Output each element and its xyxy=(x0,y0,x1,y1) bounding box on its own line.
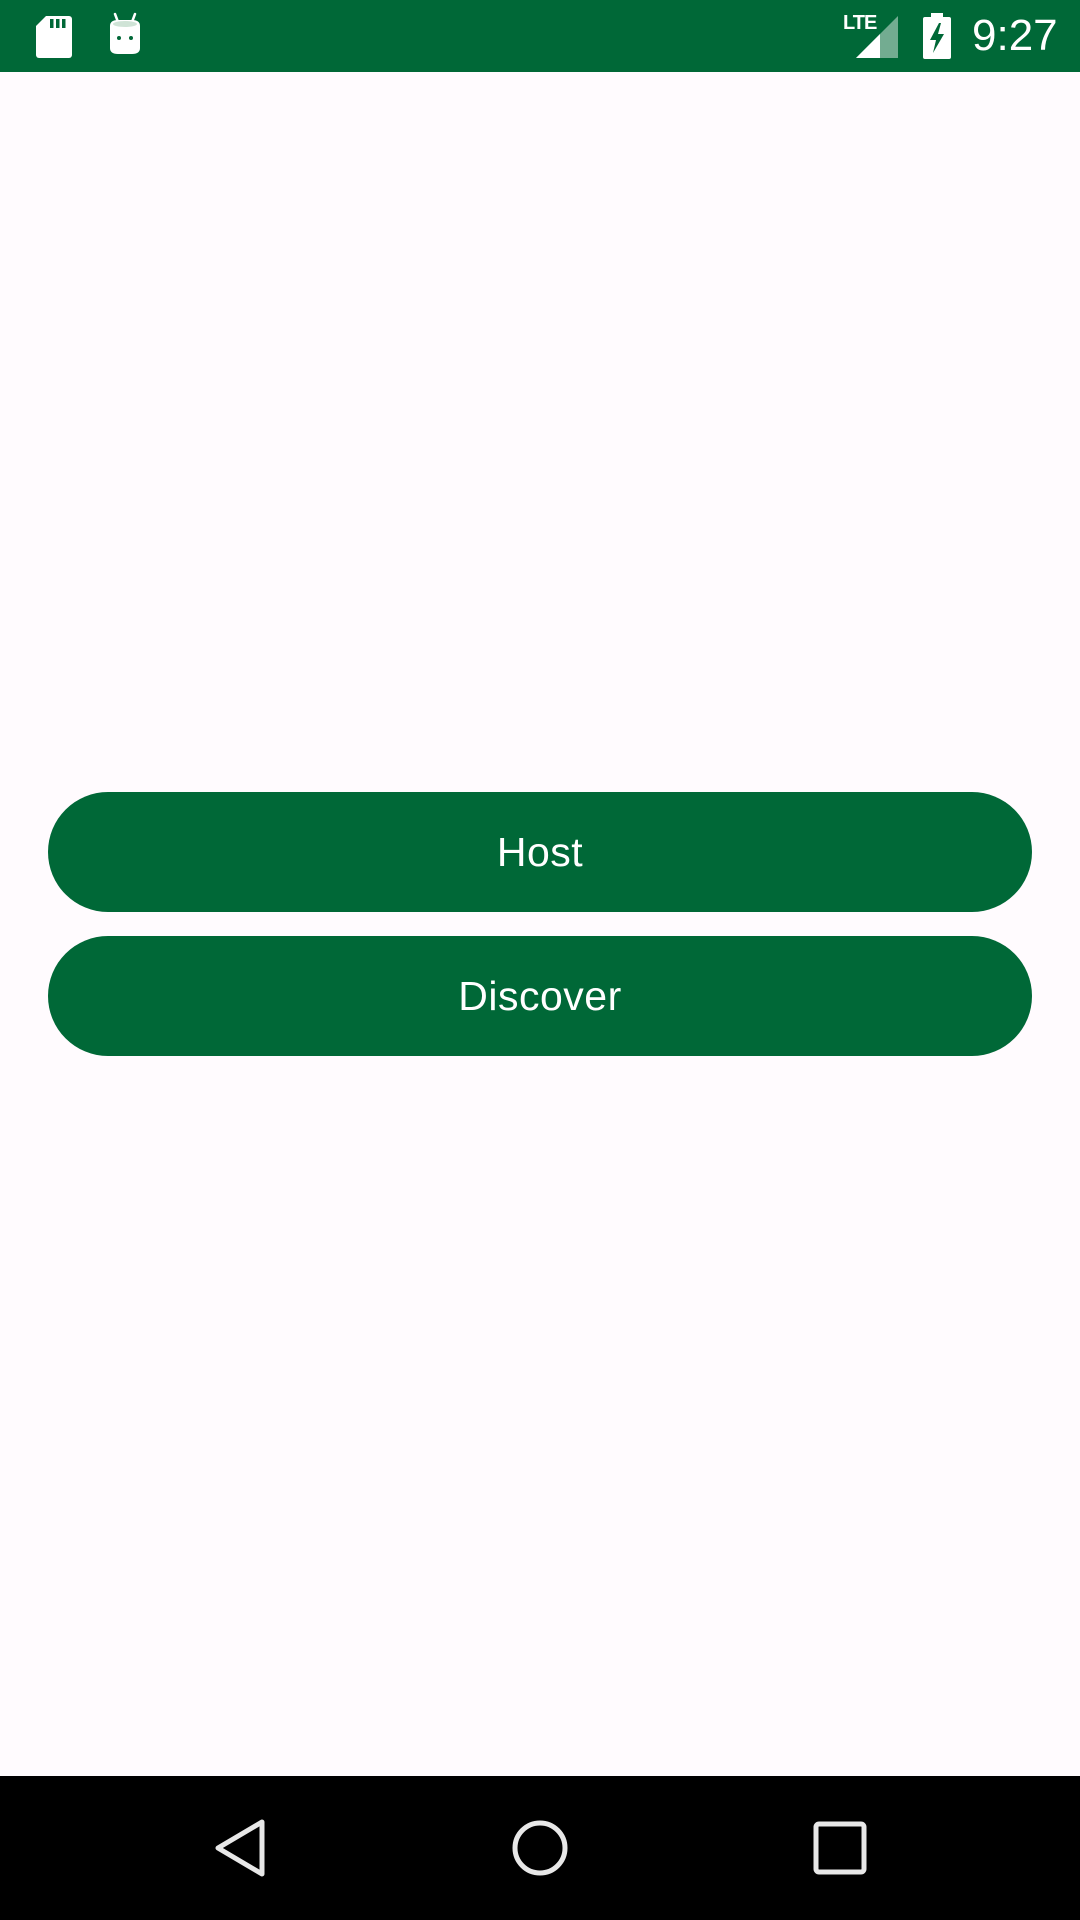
host-button[interactable]: Host xyxy=(48,792,1032,912)
home-icon xyxy=(512,1820,568,1876)
battery-charging-icon xyxy=(923,13,951,59)
status-clock: 9:27 xyxy=(972,11,1058,60)
sd-card-icon xyxy=(36,16,72,58)
back-icon xyxy=(215,1819,265,1877)
app-screen: LTE 9:27 Host Discover xyxy=(0,0,1080,1920)
back-button[interactable] xyxy=(192,1800,288,1896)
home-button[interactable] xyxy=(492,1800,588,1896)
signal-icon xyxy=(856,16,898,58)
navigation-bar xyxy=(0,1776,1080,1920)
recents-button[interactable] xyxy=(792,1800,888,1896)
status-bar: LTE 9:27 xyxy=(0,0,1080,72)
android-robot-icon xyxy=(110,12,140,54)
recents-icon xyxy=(813,1821,867,1875)
discover-button[interactable]: Discover xyxy=(48,936,1032,1056)
